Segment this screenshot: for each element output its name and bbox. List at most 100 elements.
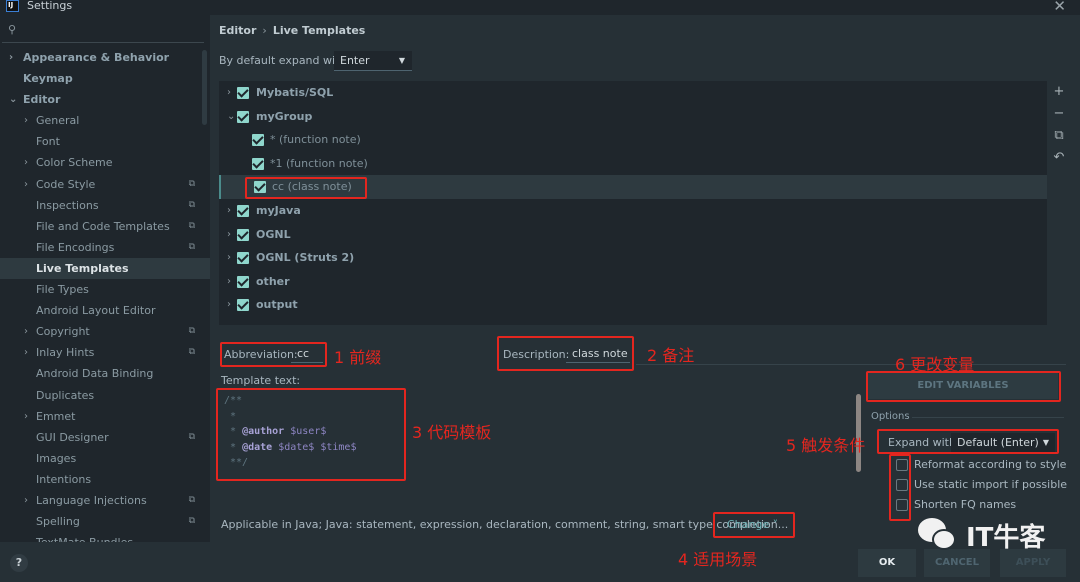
description-input[interactable]: class note — [566, 345, 630, 363]
sidebar-item-textmate-bundles[interactable]: TextMate Bundles — [0, 532, 210, 542]
settings-sidebar: ⚲ › Appearance & Behavior Keymap ⌄ Editor › Ge… — [0, 15, 210, 542]
sidebar-item-language-injections[interactable]: › Language Injections ⧉ — [0, 490, 210, 511]
template-label: *1 (function note) — [270, 156, 368, 170]
sidebar-item-android-data-binding[interactable]: Android Data Binding — [0, 363, 210, 384]
sidebar-item-label: Language Injections — [36, 493, 147, 507]
code-comment: * — [224, 441, 243, 453]
sidebar-item-general[interactable]: › General — [0, 110, 210, 131]
edit-variables-button[interactable]: EDIT VARIABLES — [868, 373, 1058, 399]
template-row[interactable]: *1 (function note) — [219, 152, 1053, 176]
template-group-row[interactable]: › OGNL — [219, 223, 1053, 247]
checkbox-checked[interactable] — [237, 204, 249, 217]
abbreviation-input[interactable]: cc — [291, 345, 323, 363]
chevron-right-icon[interactable]: › — [24, 152, 28, 173]
settings-search-input[interactable]: ⚲ — [2, 15, 204, 43]
template-group-row[interactable]: › OGNL (Struts 2) — [219, 246, 1053, 270]
breadcrumb-editor[interactable]: Editor — [219, 24, 256, 37]
checkbox-unchecked[interactable] — [896, 459, 908, 471]
sidebar-item-appearance-behavior[interactable]: › Appearance & Behavior — [0, 47, 210, 68]
chevron-right-icon[interactable]: › — [24, 342, 28, 363]
expand-with-select[interactable]: Default (Enter) ▼ — [951, 433, 1055, 453]
expand-with-value: Default (Enter) — [957, 436, 1039, 449]
checkbox-checked[interactable] — [237, 299, 249, 312]
checkbox-unchecked[interactable] — [896, 479, 908, 491]
chevron-right-icon[interactable]: › — [227, 270, 231, 293]
chevron-down-icon[interactable]: ⌄ — [227, 105, 235, 128]
chevron-right-icon[interactable]: › — [24, 406, 28, 427]
checkbox-checked[interactable] — [237, 252, 249, 265]
sidebar-item-label: Keymap — [23, 72, 73, 86]
chevron-right-icon[interactable]: › — [227, 293, 231, 316]
checkbox-checked[interactable] — [237, 87, 249, 99]
default-expand-select[interactable]: Enter ▼ — [334, 51, 412, 71]
chevron-right-icon[interactable]: › — [24, 174, 28, 195]
shorten-fq-checkbox[interactable]: Shorten FQ names — [896, 498, 1016, 514]
checkbox-checked[interactable] — [237, 275, 249, 288]
template-row[interactable]: cc (class note) — [219, 175, 1053, 199]
add-icon[interactable]: + — [1047, 81, 1071, 103]
sidebar-item-file-types[interactable]: File Types — [0, 279, 210, 300]
chevron-right-icon[interactable]: › — [9, 47, 13, 68]
template-text-editor[interactable]: /** * * @author $user$ * @date $date$ $t… — [218, 391, 401, 476]
revert-icon[interactable]: ↶ — [1047, 147, 1071, 169]
sidebar-item-label: Emmet — [36, 409, 76, 423]
chevron-right-icon[interactable]: › — [227, 199, 231, 222]
code-line: * @date $date$ $time$ — [224, 440, 395, 456]
sidebar-item-label: General — [36, 114, 80, 128]
chevron-right-icon[interactable]: › — [24, 321, 28, 342]
sidebar-item-label: Intentions — [36, 472, 92, 486]
sidebar-item-gui-designer[interactable]: GUI Designer ⧉ — [0, 427, 210, 448]
template-label: output — [256, 298, 298, 312]
close-window-button[interactable]: ✕ — [1053, 0, 1066, 15]
template-group-row[interactable]: › other — [219, 270, 1053, 294]
sidebar-item-spelling[interactable]: Spelling ⧉ — [0, 511, 210, 532]
sidebar-item-code-style[interactable]: › Code Style ⧉ — [0, 174, 210, 195]
code-line: * — [224, 409, 395, 425]
change-context-link[interactable]: Change ˅ — [727, 518, 778, 531]
chevron-right-icon[interactable]: › — [227, 223, 231, 246]
chevron-right-icon[interactable]: › — [227, 246, 231, 269]
chevron-down-icon[interactable]: ⌄ — [9, 89, 17, 110]
chevron-right-icon[interactable]: › — [24, 490, 28, 511]
static-import-checkbox[interactable]: Use static import if possible — [896, 478, 1067, 494]
sidebar-item-font[interactable]: Font — [0, 131, 210, 152]
sidebar-item-file-encodings[interactable]: File Encodings ⧉ — [0, 237, 210, 258]
sidebar-item-intentions[interactable]: Intentions — [0, 469, 210, 490]
template-group-row[interactable]: › Mybatis/SQL — [219, 81, 1053, 105]
template-group-row[interactable]: ⌄ myGroup — [219, 105, 1053, 129]
sidebar-item-copyright[interactable]: › Copyright ⧉ — [0, 321, 210, 342]
sidebar-item-label: Font — [36, 135, 60, 149]
sidebar-item-color-scheme[interactable]: › Color Scheme — [0, 152, 210, 173]
reformat-checkbox[interactable]: Reformat according to style — [896, 458, 1066, 474]
ok-button[interactable]: OK — [858, 549, 916, 577]
templates-tree: › Mybatis/SQL ⌄ myGroup * (function note) *1 … — [219, 81, 1053, 325]
sidebar-item-keymap[interactable]: Keymap — [0, 68, 210, 89]
checkbox-unchecked[interactable] — [896, 499, 908, 511]
checkbox-checked[interactable] — [237, 110, 249, 123]
sidebar-scrollbar[interactable] — [202, 50, 207, 125]
template-group-row[interactable]: › myJava — [219, 199, 1053, 223]
checkbox-checked[interactable] — [252, 134, 264, 147]
project-scope-icon: ⧉ — [188, 220, 195, 231]
checkbox-checked[interactable] — [252, 157, 264, 170]
checkbox-checked[interactable] — [237, 228, 249, 241]
sidebar-item-inlay-hints[interactable]: › Inlay Hints ⧉ — [0, 342, 210, 363]
help-button[interactable]: ? — [10, 554, 28, 572]
code-javadoc-tag: @date — [242, 441, 273, 453]
sidebar-item-file-and-code-templates[interactable]: File and Code Templates ⧉ — [0, 216, 210, 237]
duplicate-icon[interactable]: ⧉ — [1047, 125, 1071, 147]
template-row[interactable]: * (function note) — [219, 128, 1053, 152]
sidebar-item-live-templates[interactable]: Live Templates — [0, 257, 210, 280]
sidebar-item-duplicates[interactable]: Duplicates — [0, 385, 210, 406]
checkbox-label: Use static import if possible — [914, 478, 1068, 491]
template-group-row[interactable]: › output — [219, 293, 1053, 317]
sidebar-item-emmet[interactable]: › Emmet — [0, 406, 210, 427]
chevron-right-icon[interactable]: › — [24, 110, 28, 131]
sidebar-item-editor[interactable]: ⌄ Editor — [0, 89, 210, 110]
sidebar-item-inspections[interactable]: Inspections ⧉ — [0, 195, 210, 216]
sidebar-item-android-layout-editor[interactable]: Android Layout Editor — [0, 300, 210, 321]
sidebar-item-images[interactable]: Images — [0, 448, 210, 469]
remove-icon[interactable]: − — [1047, 103, 1071, 125]
chevron-right-icon[interactable]: › — [227, 81, 231, 104]
checkbox-checked[interactable] — [254, 181, 266, 194]
